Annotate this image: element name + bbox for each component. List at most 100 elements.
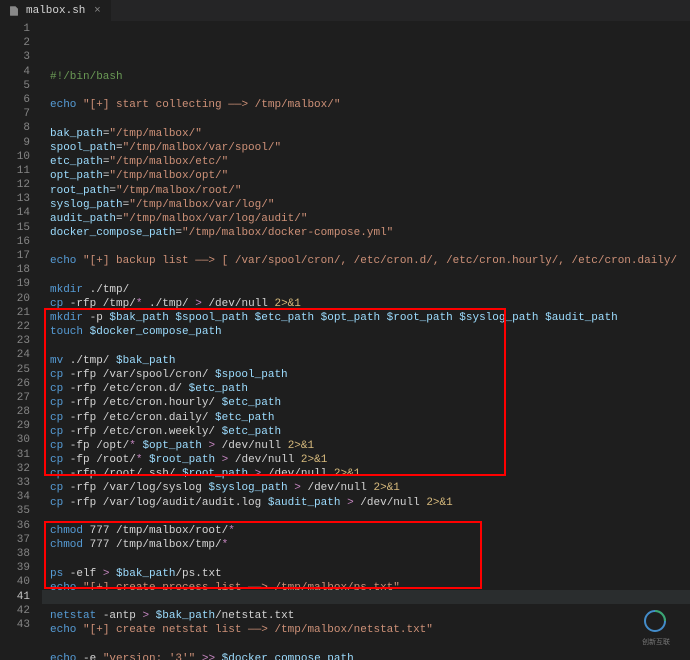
token-string: "[+] start collecting ——> /tmp/malbox/" [83,99,340,111]
token-command: netstat [50,610,96,622]
token-num: 2>&1 [274,298,300,310]
token-redir: > [195,298,202,310]
line-number: 3 [0,50,30,64]
code-line[interactable] [42,84,690,98]
code-line[interactable]: cp -rfp /etc/cron.d/ $etc_path [42,382,690,396]
token-string: "/tmp/malbox/root/" [116,185,241,197]
token-plain [149,610,156,622]
line-number: 7 [0,107,30,121]
code-line[interactable]: mv ./tmp/ $bak_path [42,354,690,368]
token-command: echo [50,99,76,111]
token-var: spool_path [50,142,116,154]
code-line[interactable]: cp -rfp /root/.ssh/ $root_path > /dev/nu… [42,467,690,481]
token-redir: > [294,482,301,494]
token-num: 2>&1 [374,482,400,494]
code-line[interactable]: cp -rfp /var/spool/cron/ $spool_path [42,368,690,382]
code-line[interactable]: cp -rfp /var/log/syslog $syslog_path > /… [42,481,690,495]
token-plain: -rfp /var/log/audit/audit.log [63,497,268,509]
code-line[interactable]: cp -rfp /etc/cron.weekly/ $etc_path [42,425,690,439]
token-command: echo [50,582,76,594]
editor: 1234567891011121314151617181920212223242… [0,22,690,660]
token-var: syslog_path [50,199,123,211]
token-var: $opt_path [142,440,201,452]
token-plain [83,326,90,338]
code-line[interactable]: echo "[+] backup list ——> [ /var/spool/c… [42,254,690,268]
code-line[interactable]: ps -elf > $bak_path/ps.txt [42,567,690,581]
token-plain: 777 /tmp/malbox/root/ [83,525,228,537]
token-var: $root_path [149,454,215,466]
code-area[interactable]: #!/bin/bash echo "[+] start collecting ——… [42,22,690,660]
token-var: $bak_path [116,355,175,367]
line-number: 30 [0,433,30,447]
code-line[interactable]: echo "[+] start collecting ——> /tmp/malb… [42,98,690,112]
code-line[interactable]: mkdir -p $bak_path $spool_path $etc_path… [42,311,690,325]
token-comment: #!/bin/bash [50,71,123,83]
line-number: 22 [0,320,30,334]
code-line[interactable]: #!/bin/bash [42,70,690,84]
code-line[interactable] [42,638,690,652]
token-plain: -rfp /var/log/syslog [63,482,208,494]
token-plain: -rfp /tmp/ [63,298,136,310]
token-var: root_path [50,185,109,197]
code-line[interactable]: touch $docker_compose_path [42,325,690,339]
token-command: cp [50,440,63,452]
token-var: $etc_path [222,426,281,438]
code-line[interactable] [42,510,690,524]
token-command: cp [50,468,63,480]
token-command: cp [50,369,63,381]
token-command: echo [50,653,76,660]
token-num: 2>&1 [426,497,452,509]
code-line[interactable]: bak_path="/tmp/malbox/" [42,127,690,141]
token-redir: >> [202,653,215,660]
line-number: 25 [0,363,30,377]
line-number: 8 [0,121,30,135]
line-number: 36 [0,519,30,533]
code-line[interactable]: etc_path="/tmp/malbox/etc/" [42,155,690,169]
code-line[interactable] [42,113,690,127]
code-line[interactable] [42,240,690,254]
code-line[interactable] [42,340,690,354]
token-plain: 777 /tmp/malbox/tmp/ [83,539,222,551]
code-line[interactable]: echo "[+] create netstat list ——> /tmp/m… [42,623,690,637]
code-line[interactable]: syslog_path="/tmp/malbox/var/log/" [42,198,690,212]
token-string: "/tmp/malbox/docker-compose.yml" [182,227,393,239]
line-number: 42 [0,604,30,618]
code-line[interactable]: cp -rfp /etc/cron.hourly/ $etc_path [42,396,690,410]
code-line[interactable]: opt_path="/tmp/malbox/opt/" [42,169,690,183]
line-number: 27 [0,391,30,405]
code-line[interactable]: echo "[+] create process list ——> /tmp/m… [42,581,690,595]
token-var: $etc_path [189,383,248,395]
line-number: 21 [0,306,30,320]
token-plain [215,653,222,660]
token-command: mkdir [50,284,83,296]
code-line[interactable] [42,269,690,283]
token-op: = [116,142,123,154]
code-line[interactable]: cp -fp /root/* $root_path > /dev/null 2>… [42,453,690,467]
code-line[interactable]: cp -fp /opt/* $opt_path > /dev/null 2>&1 [42,439,690,453]
line-number: 23 [0,334,30,348]
close-icon[interactable]: × [91,5,103,17]
code-line[interactable] [42,552,690,566]
file-tab[interactable]: malbox.sh × [0,0,111,22]
code-line[interactable]: spool_path="/tmp/malbox/var/spool/" [42,141,690,155]
code-line[interactable]: cp -rfp /var/log/audit/audit.log $audit_… [42,496,690,510]
code-line[interactable]: netstat -antp > $bak_path/netstat.txt [42,609,690,623]
code-line[interactable]: chmod 777 /tmp/malbox/tmp/* [42,538,690,552]
code-line[interactable]: chmod 777 /tmp/malbox/root/* [42,524,690,538]
line-number: 10 [0,150,30,164]
token-command: echo [50,624,76,636]
code-line[interactable]: mkdir ./tmp/ [42,283,690,297]
line-number: 40 [0,575,30,589]
code-line[interactable] [42,595,690,609]
code-line[interactable]: echo -e "version: '3'" >> $docker_compos… [42,652,690,660]
token-plain: -e [76,653,102,660]
token-redir: * [222,539,229,551]
token-redir: * [228,525,235,537]
token-command: chmod [50,539,83,551]
token-redir: * [129,440,136,452]
code-line[interactable]: cp -rfp /tmp/* ./tmp/ > /dev/null 2>&1 [42,297,690,311]
code-line[interactable]: audit_path="/tmp/malbox/var/log/audit/" [42,212,690,226]
code-line[interactable]: docker_compose_path="/tmp/malbox/docker-… [42,226,690,240]
code-line[interactable]: cp -rfp /etc/cron.daily/ $etc_path [42,411,690,425]
code-line[interactable]: root_path="/tmp/malbox/root/" [42,184,690,198]
